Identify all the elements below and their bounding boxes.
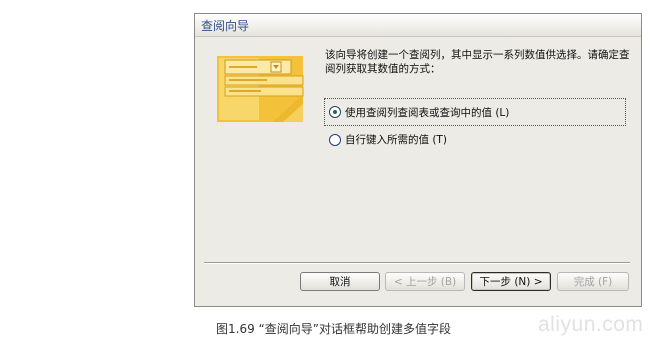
option-type-values-label: 自行键入所需的值 (T): [345, 134, 447, 146]
back-button[interactable]: < 上一步 (B): [385, 272, 465, 291]
cancel-button[interactable]: 取消: [300, 272, 380, 291]
wizard-description: 该向导将创建一个查阅列，其中显示一系列数值供选择。请确定查阅列获取其数值的方式：: [325, 49, 630, 75]
watermark: aliyun.com: [538, 313, 644, 336]
dialog-titlebar[interactable]: 查阅向导: [195, 14, 641, 37]
radio-unselected-icon[interactable]: [329, 133, 341, 146]
dialog-title: 查阅向导: [201, 18, 250, 33]
option-lookup-from-table-label: 使用查阅列查阅表或查询中的值 (L): [345, 106, 510, 119]
option-type-values[interactable]: 自行键入所需的值 (T): [324, 132, 447, 147]
lookup-wizard-dialog: 查阅向导 该向导将创建一个查阅列，其中显示一系列数值供选择。请确定查阅列获取其数…: [194, 13, 642, 307]
footer-separator: [204, 262, 630, 264]
wizard-illustration-icon: [217, 56, 304, 122]
next-button[interactable]: 下一步 (N) >: [471, 272, 551, 291]
option-lookup-from-table[interactable]: 使用查阅列查阅表或查询中的值 (L): [324, 98, 626, 126]
finish-button[interactable]: 完成 (F): [557, 272, 629, 291]
radio-selected-icon[interactable]: [329, 106, 341, 118]
